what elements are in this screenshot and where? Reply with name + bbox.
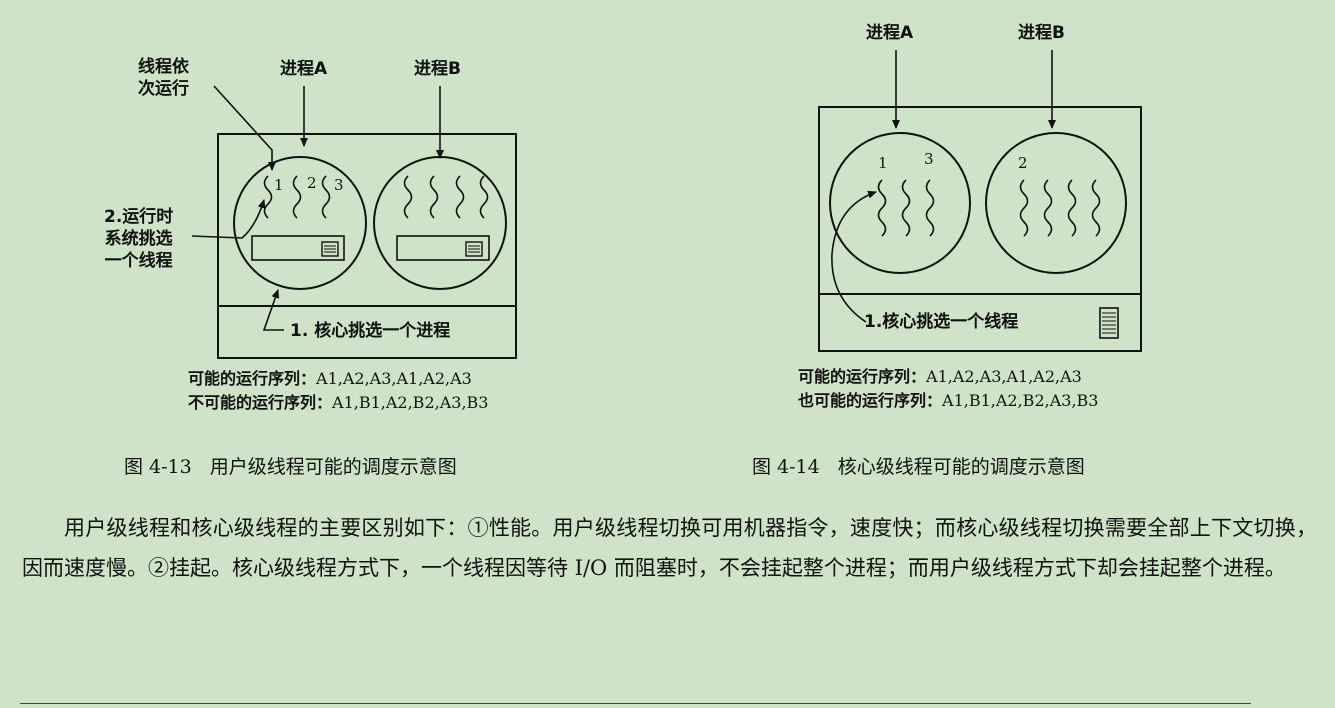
page-footer-rule	[20, 703, 1251, 704]
label-process-b: 进程B	[1018, 23, 1065, 43]
sequence-impossible-label: 不可能的运行序列：	[188, 393, 333, 412]
caption-figure-4-13: 图 4-13 用户级线程可能的调度示意图	[124, 452, 457, 479]
process-b-circle	[985, 132, 1127, 274]
arrow-runtime-pick	[191, 199, 266, 239]
label-threads-in-turn: 线程依 次运行	[138, 56, 189, 100]
thread-number-3: 3	[334, 176, 344, 194]
caption-figure-4-14: 图 4-14 核心级线程可能的调度示意图	[752, 452, 1085, 479]
figure-4-13: 线程依 次运行 进程A 进程B 2.运行时 系统挑选 一个线程 1 2 3 1.…	[0, 0, 660, 500]
sequence-also-label: 也可能的运行序列：	[798, 391, 943, 410]
caption-number: 图 4-13	[124, 456, 192, 478]
thread-number-2: 2	[1018, 154, 1028, 172]
figure-4-14: 进程A 进程B 1 3 2 1.核心挑选一个线程 可能的运行序列：A1,A2,A…	[660, 0, 1335, 500]
label-runtime-pick: 2.运行时 系统挑选 一个线程	[104, 206, 173, 272]
threads-process-b	[403, 175, 489, 219]
arrow-threads-in-turn	[213, 85, 276, 171]
label-threads-in-turn-line1: 线程依	[138, 57, 189, 77]
thread-number-1: 1	[878, 154, 888, 172]
sequence-impossible: 不可能的运行序列：A1,B1,A2,B2,A3,B3	[188, 392, 488, 414]
label-process-a: 进程A	[866, 23, 914, 43]
label-runtime-pick-line3: 一个线程	[104, 251, 173, 271]
body-paragraph-container: 用户级线程和核心级线程的主要区别如下：①性能。用户级线程切换可用机器指令，速度快…	[22, 508, 1317, 588]
label-runtime-pick-line1: 2.运行时	[104, 207, 174, 227]
sequence-possible-label: 可能的运行序列：	[798, 367, 927, 386]
process-b-circle	[373, 156, 507, 290]
sequence-possible-value: A1,A2,A3,A1,A2,A3	[926, 367, 1082, 386]
process-a-circle	[829, 132, 971, 274]
sequence-possible: 可能的运行序列：A1,A2,A3,A1,A2,A3	[798, 366, 1082, 388]
threads-process-b	[1019, 179, 1101, 237]
threads-process-a	[877, 179, 935, 237]
figure-4-13-diagram	[191, 85, 517, 359]
sequence-possible-label: 可能的运行序列：	[188, 369, 317, 388]
caption-text: 用户级线程可能的调度示意图	[209, 456, 457, 478]
sequence-possible-value: A1,A2,A3,A1,A2,A3	[316, 369, 472, 388]
label-process-a: 进程A	[280, 59, 328, 79]
figure-4-14-diagram	[818, 50, 1142, 352]
body-paragraph: 用户级线程和核心级线程的主要区别如下：①性能。用户级线程切换可用机器指令，速度快…	[22, 516, 1317, 580]
label-runtime-pick-line2: 系统挑选	[104, 229, 173, 249]
sequence-possible: 可能的运行序列：A1,A2,A3,A1,A2,A3	[188, 368, 472, 390]
label-process-b: 进程B	[414, 59, 461, 79]
caption-text: 核心级线程可能的调度示意图	[837, 456, 1085, 478]
thread-number-2: 2	[307, 174, 317, 192]
thread-number-3: 3	[924, 150, 934, 168]
label-threads-in-turn-line2: 次运行	[138, 79, 189, 99]
sequence-also-possible: 也可能的运行序列：A1,B1,A2,B2,A3,B3	[798, 390, 1098, 412]
arrow-kernel-pick	[262, 289, 284, 331]
sequence-impossible-value: A1,B1,A2,B2,A3,B3	[332, 393, 489, 412]
caption-number: 图 4-14	[752, 456, 820, 478]
sequence-also-value: A1,B1,A2,B2,A3,B3	[942, 391, 1099, 410]
label-kernel-pick: 1.核心挑选一个线程	[864, 312, 1019, 332]
label-kernel-pick: 1. 核心挑选一个进程	[290, 321, 451, 341]
thread-number-1: 1	[274, 176, 284, 194]
